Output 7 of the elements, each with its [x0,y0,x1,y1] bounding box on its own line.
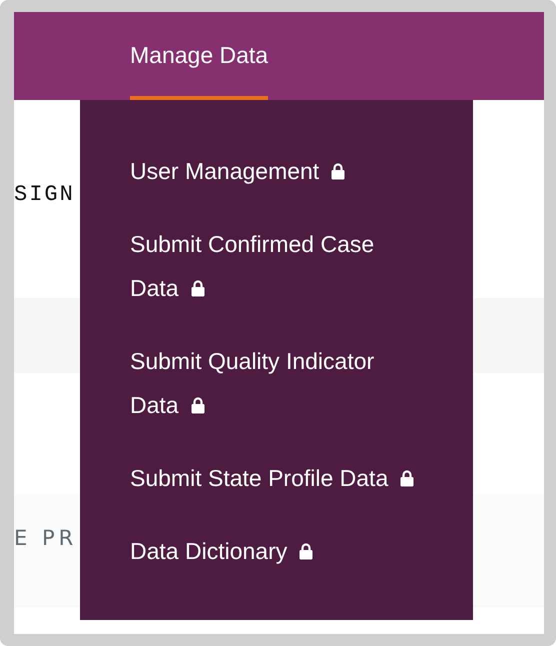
menu-item[interactable]: Submit Quality Indicator Data [130,324,419,441]
menu-item[interactable]: Submit Confirmed Case Data [130,207,419,324]
card-title: E PR [14,526,78,550]
menu-item[interactable]: Submit State Profile Data [130,441,419,514]
menu-item[interactable]: Data Dictionary [130,514,419,587]
heading-text: SIGN [14,181,75,209]
menu-item[interactable]: User Management [130,134,419,207]
